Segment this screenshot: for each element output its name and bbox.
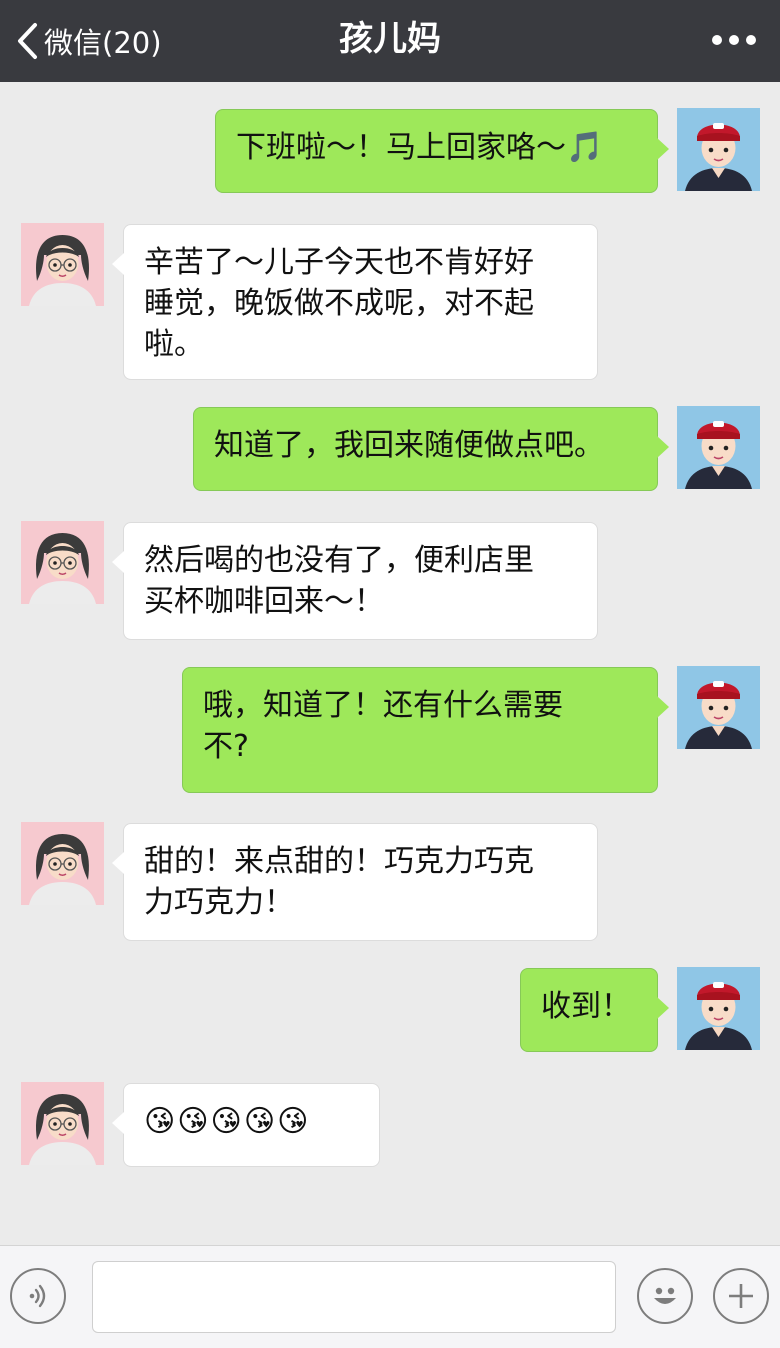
their-message-bubble[interactable]: 然后喝的也没有了，便利店里 买杯咖啡回来～！ (112, 522, 598, 640)
chat-title: 孩儿妈 (339, 19, 441, 59)
boy-avatar-icon[interactable] (677, 406, 760, 489)
message-text: 收到！ (541, 989, 631, 1024)
input-bar (0, 1245, 780, 1348)
girl-avatar-icon[interactable] (21, 223, 104, 306)
chat-area: 下班啦～！马上回家咯～🎵 辛苦了～儿子今天也不肯好好 睡觉，晚饭做不成呢，对不起… (0, 82, 780, 1245)
my-message-bubble[interactable]: 下班啦～！马上回家咯～🎵 (215, 109, 669, 193)
voice-icon[interactable] (10, 1268, 66, 1324)
boy-avatar-icon[interactable] (677, 108, 760, 191)
message-input[interactable] (92, 1261, 616, 1333)
message-text: 辛苦了～儿子今天也不肯好好 睡觉，晚饭做不成呢，对不起 啦。 (144, 245, 534, 362)
their-message-bubble[interactable]: 😘😘😘😘😘 (112, 1083, 380, 1167)
my-message-bubble[interactable]: 收到！ (520, 968, 669, 1052)
message-text: 然后喝的也没有了，便利店里 买杯咖啡回来～！ (144, 543, 534, 619)
their-message-bubble[interactable]: 辛苦了～儿子今天也不肯好好 睡觉，晚饭做不成呢，对不起 啦。 (112, 224, 598, 380)
boy-avatar-icon[interactable] (677, 967, 760, 1050)
my-message-bubble[interactable]: 知道了，我回来随便做点吧。 (193, 407, 669, 491)
boy-avatar-icon[interactable] (677, 666, 760, 749)
message-text: 😘😘😘😘😘 (144, 1104, 311, 1139)
plus-icon[interactable] (713, 1268, 769, 1324)
their-message-bubble[interactable]: 甜的！来点甜的！巧克力巧克 力巧克力！ (112, 823, 598, 941)
girl-avatar-icon[interactable] (21, 1082, 104, 1165)
girl-avatar-icon[interactable] (21, 822, 104, 905)
message-text: 下班啦～！马上回家咯～🎵 (236, 130, 604, 165)
message-text: 甜的！来点甜的！巧克力巧克 力巧克力！ (144, 844, 534, 920)
navigation-bar: 微信(20) 孩儿妈 (0, 0, 780, 82)
emoji-icon[interactable] (637, 1268, 693, 1324)
more-dots-icon[interactable] (712, 30, 756, 50)
message-text: 哦，知道了！还有什么需要 不? (203, 688, 563, 764)
my-message-bubble[interactable]: 哦，知道了！还有什么需要 不? (182, 667, 669, 793)
message-text: 知道了，我回来随便做点吧。 (214, 428, 604, 463)
girl-avatar-icon[interactable] (21, 521, 104, 604)
